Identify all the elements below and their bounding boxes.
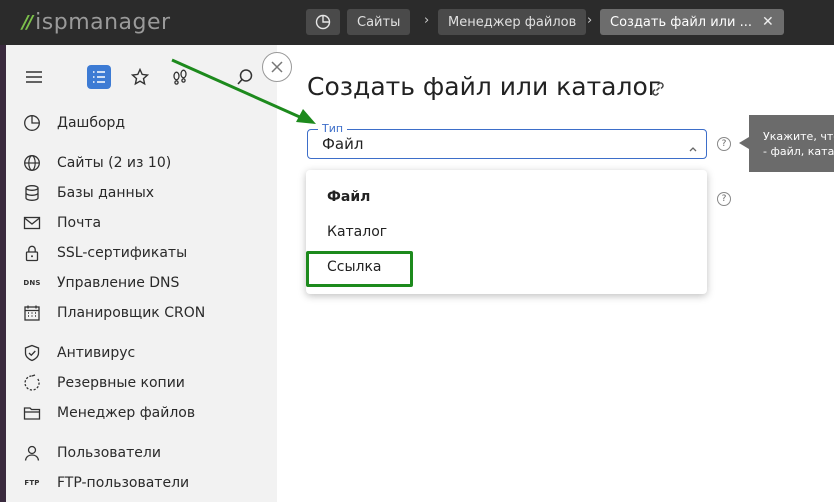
page-title: Создать файл или каталог [307, 72, 661, 101]
close-icon[interactable]: ✕ [762, 14, 774, 30]
ftp-icon: FTP [22, 473, 42, 493]
sidebar-item-label: Менеджер файлов [57, 405, 196, 421]
sidebar-item-sites[interactable]: Сайты (2 из 10) [22, 152, 171, 174]
close-icon [271, 61, 283, 73]
sidebar-item-ftp-users[interactable]: FTP FTP-пользователи [22, 472, 189, 494]
type-select-value: Файл [322, 135, 364, 153]
breadcrumb-file-manager[interactable]: Менеджер файлов [438, 9, 587, 35]
sidebar-item-databases[interactable]: Базы данных [22, 182, 154, 204]
calendar-icon [22, 303, 42, 323]
breadcrumb-label: Создать файл или ... [610, 14, 752, 30]
user-icon [22, 443, 42, 463]
tooltip-line: Укажите, что [763, 130, 834, 143]
sidebar-item-label: Планировщик CRON [57, 305, 206, 321]
breadcrumb-create-file[interactable]: Создать файл или ... ✕ [600, 9, 784, 35]
breadcrumb-label: Менеджер файлов [448, 14, 577, 30]
link-icon[interactable] [649, 80, 667, 102]
help-icon[interactable]: ? [717, 137, 731, 151]
window-edge [0, 45, 6, 502]
footprint-icon[interactable] [168, 65, 192, 89]
dns-icon: DNS [22, 273, 42, 293]
backup-icon [22, 373, 42, 393]
help-icon[interactable]: ? [717, 192, 731, 206]
menu-icon[interactable] [22, 65, 46, 89]
sidebar-item-label: Управление DNS [57, 275, 180, 291]
dropdown-option-directory[interactable]: Каталог [327, 224, 387, 240]
sidebar-item-users[interactable]: Пользователи [22, 442, 161, 464]
chevron-right-icon: › [587, 13, 593, 28]
globe-icon [22, 153, 42, 173]
dns-icon-text: DNS [23, 279, 41, 287]
type-select[interactable] [307, 129, 707, 159]
sidebar-item-label: Антивирус [57, 345, 136, 361]
sidebar-item-label: Сайты (2 из 10) [57, 155, 172, 171]
tooltip-arrow [739, 137, 749, 149]
dashboard-icon [315, 14, 331, 30]
logo-mark: // [22, 11, 33, 33]
sidebar-item-antivirus[interactable]: Антивирус [22, 342, 135, 364]
sidebar-item-ssl[interactable]: SSL-сертификаты [22, 242, 187, 264]
list-icon[interactable] [87, 65, 111, 89]
star-icon[interactable] [128, 65, 152, 89]
dashboard-icon [22, 113, 42, 133]
mail-icon [22, 213, 42, 233]
sidebar-item-backups[interactable]: Резервные копии [22, 372, 185, 394]
sidebar-toolbar [0, 65, 277, 89]
shield-icon [22, 343, 42, 363]
type-select-label: Тип [318, 122, 348, 135]
sidebar-item-cron[interactable]: Планировщик CRON [22, 302, 205, 324]
sidebar-item-label: SSL-сертификаты [57, 245, 188, 261]
lock-icon [22, 243, 42, 263]
folder-icon [22, 403, 42, 423]
chevron-up-icon[interactable] [688, 138, 698, 157]
top-bar: // ispmanager Сайты › Менеджер файлов › … [0, 0, 834, 45]
logo-text: ispmanager [35, 9, 171, 35]
tooltip-line: - файл, катал [763, 145, 834, 158]
sidebar-item-dns[interactable]: DNS Управление DNS [22, 272, 179, 294]
sidebar-item-label: Базы данных [57, 185, 155, 201]
chevron-right-icon: › [424, 13, 430, 28]
sidebar-item-label: FTP-пользователи [57, 475, 190, 491]
sidebar-item-label: Пользователи [57, 445, 161, 461]
help-tooltip: Укажите, что - файл, катал [749, 115, 834, 172]
breadcrumb-sites[interactable]: Сайты [347, 9, 411, 35]
search-icon[interactable] [233, 65, 257, 89]
sidebar-item-label: Резервные копии [57, 375, 185, 391]
ftp-icon-text: FTP [24, 479, 40, 487]
sidebar-item-label: Дашборд [57, 115, 126, 131]
logo[interactable]: // ispmanager [22, 9, 171, 35]
sidebar-item-dashboard[interactable]: Дашборд [22, 112, 125, 134]
breadcrumb-dashboard-button[interactable] [306, 9, 340, 35]
database-icon [22, 183, 42, 203]
sidebar-item-file-manager[interactable]: Менеджер файлов [22, 402, 195, 424]
annotation-highlight-box [306, 251, 413, 287]
close-sidebar-button[interactable] [262, 52, 292, 82]
sidebar: Дашборд Сайты (2 из 10) Базы данных Почт… [0, 45, 277, 502]
breadcrumb-label: Сайты [357, 14, 401, 30]
sidebar-item-label: Почта [57, 215, 102, 231]
sidebar-item-mail[interactable]: Почта [22, 212, 101, 234]
dropdown-option-file[interactable]: Файл [327, 189, 370, 205]
